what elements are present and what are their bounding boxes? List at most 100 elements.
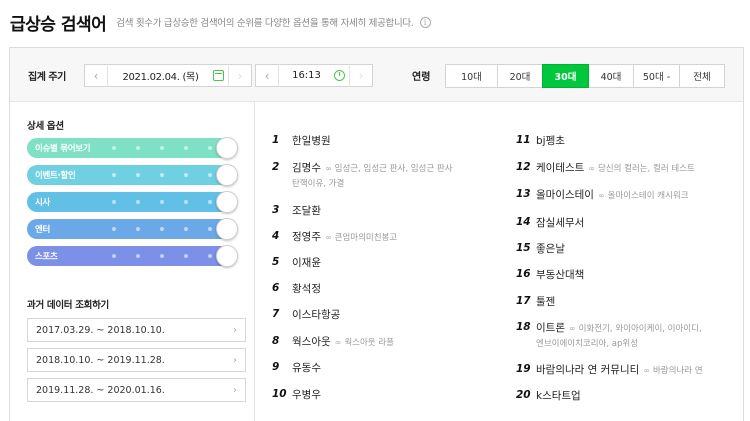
link-icon: ∞ (597, 191, 605, 200)
rank-keyword[interactable]: 툴젠 (536, 296, 555, 308)
rank-keyword[interactable]: 웍스아웃 (292, 336, 331, 348)
rank-keyword[interactable]: 케이테스트 (536, 162, 584, 174)
rank-item[interactable]: 3 조달환 (272, 204, 321, 219)
chevron-right-icon: › (233, 384, 237, 396)
chevron-right-icon: › (233, 324, 237, 336)
link-icon: ∞ (334, 338, 342, 347)
rank-keyword[interactable]: 조달환 (292, 205, 321, 217)
rank-item[interactable]: 4 정영주 ∞ 큰엄마의미친봉고 (272, 230, 397, 246)
rank-item[interactable]: 7 이스타항공 (272, 308, 340, 323)
rank-number: 1 (272, 134, 280, 146)
rank-keyword[interactable]: 올마이스테이 (536, 189, 594, 201)
filter-bar: 집계 주기 ‹ 2021.02.04. (목) › ‹ 16:13 › 연령 1… (10, 48, 743, 102)
time-picker: ‹ 16:13 › (255, 64, 373, 87)
rank-keyword[interactable]: 잠실세무서 (536, 217, 584, 229)
rank-number: 11 (516, 134, 531, 146)
history-button[interactable]: 2019.11.28. ~ 2020.01.16. › (27, 378, 246, 402)
age-20s-button[interactable]: 20대 (497, 64, 543, 88)
related-keywords[interactable]: 큰엄마의미친봉고 (335, 233, 398, 243)
rank-item[interactable]: 16 부동산대책 (516, 268, 584, 283)
rank-item[interactable]: 15 좋은날 (516, 242, 565, 257)
info-icon[interactable]: i (419, 16, 431, 28)
rank-keyword[interactable]: 김명수 (292, 162, 321, 174)
rank-item[interactable]: 2 김명수 ∞ 임성근, 임성근 판사, 임성근 판사 탄핵이유, 가결 (272, 161, 453, 192)
rank-number: 15 (516, 242, 531, 254)
period-label: 집계 주기 (28, 72, 66, 83)
related-keywords[interactable]: 이화전기, 와이아이케이, 이아이디, (579, 324, 702, 334)
rank-item[interactable]: 19 바람의나라 연 커뮤니티 ∞ 바람의나라 연 (516, 363, 703, 379)
rank-keyword[interactable]: 부동산대책 (536, 269, 584, 281)
rank-item[interactable]: 18 이트론 ∞ 이화전기, 와이아이케이, 이아이디, 엔브이에이치코리아, ap… (516, 321, 702, 352)
rank-number: 19 (516, 363, 531, 375)
prev-time-icon[interactable]: ‹ (256, 69, 278, 83)
rank-keyword[interactable]: 좋은날 (536, 243, 565, 255)
rank-item[interactable]: 6 황석정 (272, 282, 321, 297)
toggle-news[interactable]: 시사 (27, 191, 238, 213)
rank-keyword[interactable]: 한일병원 (292, 135, 331, 147)
toggle-knob[interactable] (216, 218, 238, 240)
rank-number: 12 (516, 161, 531, 173)
related-keywords[interactable]: 웍스아웃 라플 (344, 338, 394, 348)
toggle-event-sale[interactable]: 이벤트·할인 (27, 164, 238, 186)
toggle-knob[interactable] (216, 245, 238, 267)
rank-item[interactable]: 14 잠실세무서 (516, 216, 584, 231)
age-30s-button[interactable]: 30대 (542, 64, 589, 88)
toggle-sports[interactable]: 스포츠 (27, 245, 238, 267)
rank-item[interactable]: 13 올마이스테이 ∞ 올마이스테이 캐시워크 (516, 188, 689, 204)
next-time-icon[interactable]: › (350, 69, 372, 83)
rank-item[interactable]: 9 유동수 (272, 361, 321, 376)
rank-item[interactable]: 5 이재윤 (272, 256, 321, 271)
next-date-icon[interactable]: › (229, 69, 251, 83)
date-value[interactable]: 2021.02.04. (목) (108, 68, 213, 83)
history-button[interactable]: 2018.10.10. ~ 2019.11.28. › (27, 348, 246, 372)
related-keywords[interactable]: 올마이스테이 캐시워크 (608, 191, 689, 201)
rank-number: 7 (272, 308, 280, 320)
related-keywords[interactable]: 임성근, 임성근 판사, 임성근 판사 (335, 164, 453, 174)
rank-keyword[interactable]: 이트론 (536, 322, 565, 334)
rank-item[interactable]: 1 한일병원 (272, 134, 331, 149)
rank-item[interactable]: 10 우병우 (272, 388, 321, 403)
rank-number: 14 (516, 216, 531, 228)
age-label: 연령 (412, 72, 431, 83)
sidebar: 상세 옵션 이슈별 묶어보기 이벤트·할인 시사 엔터 스포츠 과거 데이터 조… (10, 102, 255, 421)
rank-keyword[interactable]: bj펭초 (536, 135, 565, 147)
related-keywords[interactable]: 당신의 컬러는, 컬러 테스트 (598, 164, 695, 174)
rank-item[interactable]: 8 웍스아웃 ∞ 웍스아웃 라플 (272, 335, 394, 351)
rank-item[interactable]: 12 케이테스트 ∞ 당신의 컬러는, 컬러 테스트 (516, 161, 695, 177)
rank-keyword[interactable]: 바람의나라 연 커뮤니티 (536, 364, 639, 376)
toggle-issue-group[interactable]: 이슈별 묶어보기 (27, 137, 238, 159)
page-title: 급상승 검색어 (10, 14, 107, 35)
slider-track-dots (112, 227, 212, 231)
toggle-entertainment[interactable]: 엔터 (27, 218, 238, 240)
toggle-knob[interactable] (216, 164, 238, 186)
rank-keyword[interactable]: 정영주 (292, 231, 321, 243)
page-description: 검색 횟수가 급상승한 검색어의 순위를 다양한 옵션을 통해 자세히 제공합니… (116, 18, 414, 29)
rank-keyword[interactable]: 황석정 (292, 283, 321, 295)
rank-keyword[interactable]: 유동수 (292, 362, 321, 374)
rank-item[interactable]: 20 k스타트업 (516, 389, 581, 404)
age-10s-button[interactable]: 10대 (445, 64, 498, 88)
history-button[interactable]: 2017.03.29. ~ 2018.10.10. › (27, 318, 246, 342)
toggle-knob[interactable] (216, 137, 238, 159)
time-value[interactable]: 16:13 (279, 70, 334, 81)
age-all-button[interactable]: 전체 (679, 64, 725, 88)
rank-item[interactable]: 17 툴젠 (516, 295, 555, 310)
toggle-knob[interactable] (216, 191, 238, 213)
link-icon: ∞ (588, 164, 595, 173)
age-50s-button[interactable]: 50대 - (633, 64, 680, 88)
rank-keyword[interactable]: 이재윤 (292, 257, 321, 269)
related-keywords-continued[interactable]: 탄핵이유, 가결 (292, 177, 453, 192)
related-keywords-continued[interactable]: 엔브이에이치코리아, ap위성 (536, 337, 702, 352)
calendar-icon[interactable] (213, 70, 224, 81)
rank-keyword[interactable]: 이스타항공 (292, 309, 340, 321)
rank-number: 13 (516, 188, 531, 200)
age-filter: 10대 20대 30대 40대 50대 - 전체 (445, 64, 725, 88)
rank-item[interactable]: 11 bj펭초 (516, 134, 565, 149)
age-40s-button[interactable]: 40대 (588, 64, 634, 88)
rank-keyword[interactable]: k스타트업 (536, 390, 581, 402)
prev-date-icon[interactable]: ‹ (85, 69, 107, 83)
clock-icon[interactable] (334, 70, 345, 81)
rank-keyword[interactable]: 우병우 (292, 389, 321, 401)
slider-track-dots (112, 146, 212, 150)
related-keywords[interactable]: 바람의나라 연 (653, 366, 703, 376)
